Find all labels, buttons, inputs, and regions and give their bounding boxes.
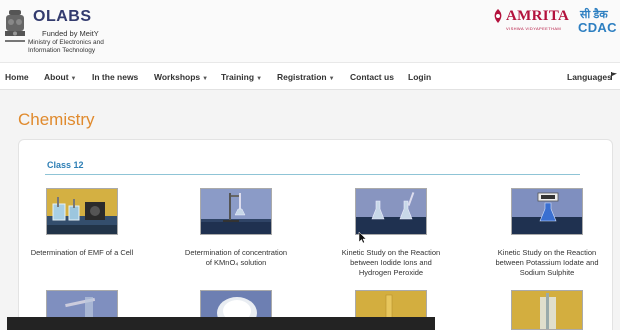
amrita-subtitle: VISHWA VIDYAPEETHAM	[506, 26, 562, 31]
video-overlay-bar	[7, 317, 435, 330]
beaker-icon	[512, 291, 582, 329]
cdac-logo[interactable]: सी डैक CDAC	[578, 8, 618, 35]
funded-by-text: Funded by MeitY	[42, 29, 99, 38]
nav-workshops[interactable]: Workshops ▼	[154, 72, 208, 82]
class-heading: Class 12	[47, 160, 84, 170]
chevron-down-icon: ▼	[328, 76, 335, 82]
experiment-thumbnail-kmno4[interactable]	[200, 188, 272, 235]
experiment-title[interactable]: Determination of concentration of KMnO₄ …	[181, 248, 291, 268]
chevron-down-icon: ▼	[70, 76, 77, 82]
mouse-cursor-icon	[358, 232, 366, 244]
experiment-title[interactable]: Kinetic Study on the Reaction between Io…	[336, 248, 446, 278]
nav-languages[interactable]: Languages	[567, 72, 612, 82]
flag-icon	[611, 72, 617, 80]
flask-timer-icon	[512, 189, 582, 234]
experiment-thumbnail-emf[interactable]	[46, 188, 118, 235]
nav-login[interactable]: Login	[408, 72, 431, 82]
experiment-title[interactable]: Determination of EMF of a Cell	[27, 248, 137, 258]
nav-in-the-news[interactable]: In the news	[92, 72, 138, 82]
conical-flasks-icon	[356, 189, 426, 234]
experiment-title[interactable]: Kinetic Study on the Reaction between Po…	[492, 248, 602, 278]
chevron-down-icon: ▼	[256, 76, 263, 82]
amrita-emblem-icon	[494, 9, 502, 23]
experiment-thumbnail[interactable]	[511, 290, 583, 330]
titration-apparatus-icon	[201, 189, 271, 234]
experiment-thumbnail-iodate[interactable]	[511, 188, 583, 235]
site-header: OLABS Funded by MeitY Ministry of Electr…	[0, 0, 620, 62]
nav-about[interactable]: About ▼	[44, 72, 77, 82]
nav-training[interactable]: Training ▼	[221, 72, 262, 82]
page-title: Chemistry	[18, 110, 95, 129]
heading-divider	[45, 174, 580, 175]
emf-apparatus-icon	[47, 189, 117, 234]
national-emblem-icon	[5, 10, 25, 42]
main-navbar: Home About ▼ In the news Workshops ▼ Train…	[0, 62, 620, 90]
nav-registration[interactable]: Registration ▼	[277, 72, 335, 82]
chevron-down-icon: ▼	[202, 76, 209, 82]
experiment-thumbnail-iodide[interactable]	[355, 188, 427, 235]
amrita-logo[interactable]: AMRITA VISHWA VIDYAPEETHAM	[492, 8, 576, 32]
amrita-name: AMRITA	[506, 8, 570, 24]
nav-contact-us[interactable]: Contact us	[350, 72, 394, 82]
brand-logo-text[interactable]: OLABS	[33, 8, 92, 26]
nav-home[interactable]: Home	[5, 72, 29, 82]
ministry-text: Ministry of Electronics and Information …	[28, 39, 104, 54]
cdac-text: CDAC	[578, 20, 617, 35]
